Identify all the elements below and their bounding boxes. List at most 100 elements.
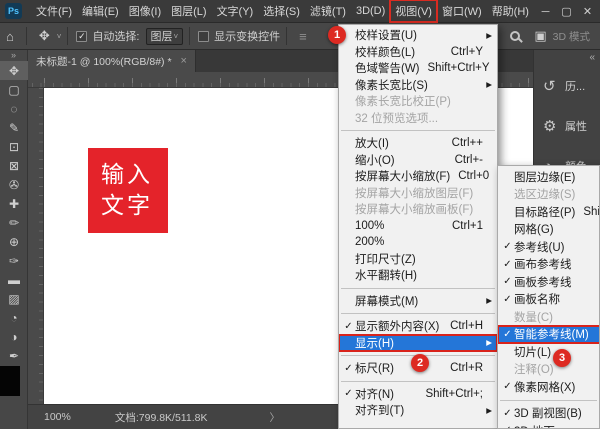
checkmark-icon: ✓ bbox=[503, 241, 512, 253]
view-menu-item[interactable]: 100% Ctrl+1 bbox=[339, 218, 497, 235]
move-tool-icon[interactable]: ✥ bbox=[33, 28, 56, 44]
document-tab[interactable]: 未标题-1 @ 100%(RGB/8#) * × bbox=[28, 50, 196, 72]
view-menu-item[interactable]: 像素长宽比校正(P) bbox=[339, 93, 497, 110]
menu-view[interactable]: 视图(V) bbox=[389, 0, 438, 23]
menu-3d[interactable]: 3D(D) bbox=[351, 2, 390, 20]
tool-icon: ✇ bbox=[8, 177, 20, 192]
show-transform-checkbox[interactable] bbox=[198, 30, 210, 42]
menu-item-label: 对齐到(T) bbox=[355, 405, 405, 418]
menu-help[interactable]: 帮助(H) bbox=[487, 0, 534, 22]
view-menu-item[interactable]: 像素长宽比(S) ▶ bbox=[339, 77, 497, 94]
menu-separator bbox=[341, 380, 495, 382]
minimize-button[interactable]: ─ bbox=[535, 6, 556, 18]
auto-select-target-dropdown[interactable]: 图层 ˅ bbox=[145, 27, 184, 45]
menu-item-label: 标尺(R) bbox=[355, 363, 394, 376]
show-submenu-item[interactable]: ✓ 3D 副视图(B) bbox=[498, 405, 599, 423]
show-submenu-item[interactable]: ✓ 参考线(U) bbox=[498, 238, 599, 256]
chevron-down-icon[interactable]: ˅ bbox=[57, 32, 62, 41]
view-menu-item[interactable]: 显示(H) ▶ bbox=[339, 333, 497, 352]
annotation-step-3-badge: 3 bbox=[553, 349, 571, 367]
view-menu-item[interactable]: 200% bbox=[339, 234, 497, 251]
pen-tool[interactable]: ✒ bbox=[0, 346, 28, 365]
show-submenu-item[interactable]: ✓ 画板名称 bbox=[498, 291, 599, 309]
collapse-toolbar-icon[interactable]: » bbox=[0, 50, 27, 61]
frame-tool[interactable]: ⊠ bbox=[0, 156, 28, 175]
view-menu-item[interactable]: 打印尺寸(Z) bbox=[339, 251, 497, 268]
view-menu-item[interactable]: ✓ 对齐(N) Shift+Ctrl+; bbox=[339, 386, 497, 403]
show-submenu-item[interactable]: 网格(G) bbox=[498, 221, 599, 239]
status-chevron-icon[interactable]: 〉 bbox=[269, 410, 280, 425]
eyedropper-tool[interactable]: ✇ bbox=[0, 175, 28, 194]
show-submenu-item[interactable]: ✓ 画布参考线 bbox=[498, 256, 599, 274]
quick-selection-tool[interactable]: ✎ bbox=[0, 118, 28, 137]
show-submenu-item[interactable]: 数量(C) bbox=[498, 308, 599, 326]
menu-file[interactable]: 文件(F) bbox=[31, 0, 77, 22]
foreground-color-swatch[interactable] bbox=[0, 366, 20, 396]
view-menu-item[interactable]: 水平翻转(H) bbox=[339, 267, 497, 284]
view-menu-item[interactable]: 屏幕模式(M) ▶ bbox=[339, 293, 497, 310]
home-icon[interactable]: ⌂ bbox=[0, 29, 20, 44]
tool-icon: ✚ bbox=[8, 196, 20, 211]
view-menu-item[interactable]: 32 位预览选项... bbox=[339, 110, 497, 127]
menu-item-label: 按屏幕大小缩放图层(F) bbox=[355, 187, 474, 200]
menu-item-label: 画板名称 bbox=[514, 294, 560, 307]
menu-edit[interactable]: 编辑(E) bbox=[77, 0, 124, 22]
options-bar-right: ▣ 3D 模式 bbox=[489, 27, 594, 45]
move-tool[interactable]: ✥ bbox=[0, 61, 28, 80]
history-brush-tool[interactable]: ✑ bbox=[0, 251, 28, 270]
show-submenu-item[interactable]: ✓ 画板参考线 bbox=[498, 273, 599, 291]
view-menu-item[interactable]: ✓ 显示额外内容(X) Ctrl+H bbox=[339, 318, 497, 335]
view-menu-item[interactable]: 校样颜色(L) Ctrl+Y bbox=[339, 44, 497, 61]
mode-label: 3D 模式 bbox=[552, 30, 590, 43]
view-menu-item[interactable]: 按屏幕大小缩放画板(F) bbox=[339, 201, 497, 218]
vertical-ruler[interactable] bbox=[28, 88, 44, 408]
blur-tool[interactable]: ◔ bbox=[0, 308, 28, 327]
view-menu-item[interactable]: 对齐到(T) ▶ bbox=[339, 402, 497, 419]
show-submenu-item[interactable]: ✓ 像素网格(X) bbox=[498, 378, 599, 396]
show-submenu-item[interactable]: ✓ 智能参考线(M) bbox=[498, 324, 599, 344]
dodge-tool[interactable]: ◑ bbox=[0, 327, 28, 346]
align-icon[interactable]: ≡ bbox=[293, 29, 313, 44]
eraser-tool[interactable]: ▬ bbox=[0, 270, 28, 289]
crop-tool[interactable]: ⊡ bbox=[0, 137, 28, 156]
zoom-level-field[interactable]: 100% bbox=[44, 411, 71, 423]
clone-stamp-tool[interactable]: ⊕ bbox=[0, 232, 28, 251]
menu-item-shortcut: Shift+Ctrl+Y bbox=[427, 62, 490, 75]
close-button[interactable]: ✕ bbox=[577, 5, 598, 18]
menu-layer[interactable]: 图层(L) bbox=[166, 0, 211, 22]
brush-tool[interactable]: ✏ bbox=[0, 213, 28, 232]
view-menu-item[interactable]: 缩小(O) Ctrl+- bbox=[339, 152, 497, 169]
menu-window[interactable]: 窗口(W) bbox=[437, 0, 487, 22]
marquee-tool[interactable]: ▢ bbox=[0, 80, 28, 99]
search-icon[interactable] bbox=[510, 31, 521, 41]
panel-properties[interactable]: ⚙ 属性 bbox=[534, 106, 600, 146]
menu-item-shortcut: Ctrl+Y bbox=[450, 45, 483, 58]
menu-type[interactable]: 文字(Y) bbox=[212, 0, 259, 22]
view-menu-item[interactable]: 放大(I) Ctrl++ bbox=[339, 135, 497, 152]
view-menu-item[interactable]: 校样设置(U) ▶ bbox=[339, 27, 497, 44]
panel-history[interactable]: ↺ 历... bbox=[534, 66, 600, 106]
view-menu-item[interactable]: 按屏幕大小缩放(F) Ctrl+0 bbox=[339, 168, 497, 185]
menu-image[interactable]: 图像(I) bbox=[124, 0, 166, 22]
menu-select[interactable]: 选择(S) bbox=[258, 0, 305, 22]
close-tab-icon[interactable]: × bbox=[181, 55, 187, 67]
show-submenu-item[interactable]: 目标路径(P) Shift+Ctrl+H bbox=[498, 203, 599, 221]
gradient-tool[interactable]: ▨ bbox=[0, 289, 28, 308]
menu-item-label: 数量(C) bbox=[514, 311, 553, 324]
view-menu-item[interactable]: 色域警告(W) Shift+Ctrl+Y bbox=[339, 60, 497, 77]
show-submenu-item[interactable]: 图层边缘(E) bbox=[498, 168, 599, 186]
collapse-dock-icon[interactable]: « bbox=[589, 52, 595, 63]
auto-select-checkbox[interactable] bbox=[76, 30, 88, 42]
show-submenu-item[interactable]: ✓ 3D 地面 bbox=[498, 422, 599, 428]
show-submenu-item[interactable]: 注释(O) bbox=[498, 361, 599, 379]
lasso-tool[interactable]: ◌ bbox=[0, 99, 28, 118]
view-menu-item[interactable]: 按屏幕大小缩放图层(F) bbox=[339, 185, 497, 202]
text-shape-layer[interactable]: 输入 文字 bbox=[88, 148, 168, 233]
divider bbox=[189, 27, 191, 45]
maximize-button[interactable]: ▢ bbox=[556, 5, 577, 18]
healing-brush-tool[interactable]: ✚ bbox=[0, 194, 28, 213]
menu-filter[interactable]: 滤镜(T) bbox=[305, 0, 351, 22]
workspace-icon[interactable]: ▣ bbox=[528, 28, 552, 44]
show-submenu-item[interactable]: 切片(L) bbox=[498, 343, 599, 361]
show-submenu-item[interactable]: 选区边缘(S) bbox=[498, 186, 599, 204]
